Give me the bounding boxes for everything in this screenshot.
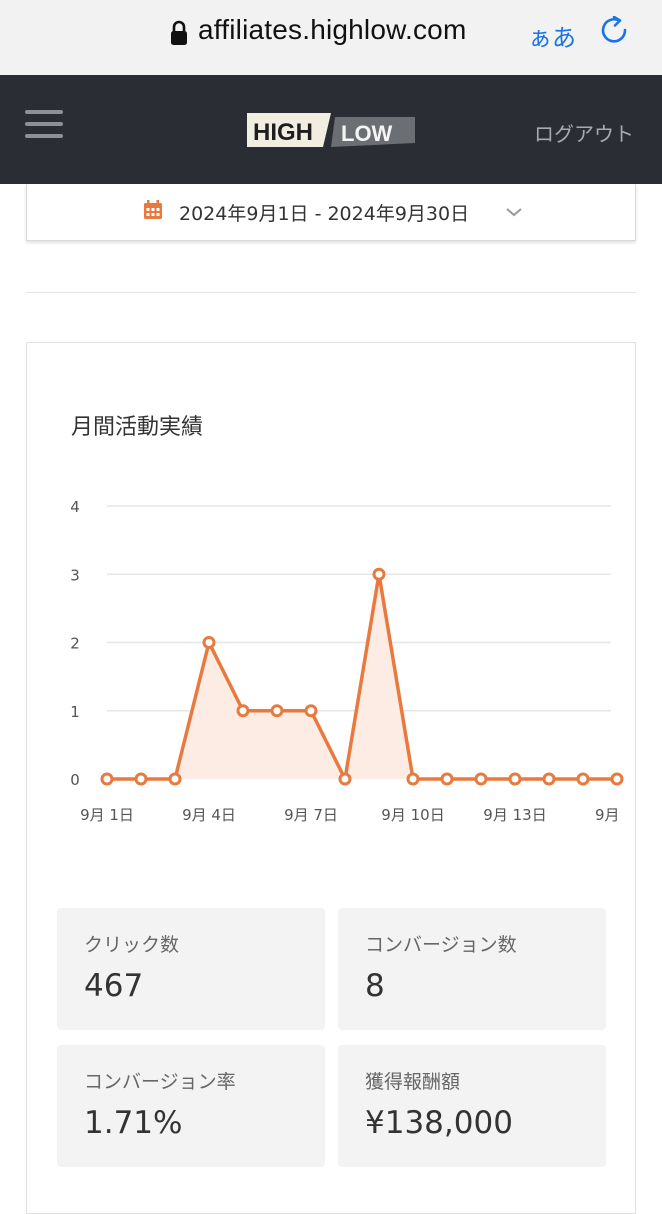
chart-data-point bbox=[236, 704, 250, 718]
chart-data-point bbox=[270, 704, 284, 718]
chart-data-point bbox=[542, 772, 556, 786]
y-tick-label: 3 bbox=[70, 566, 80, 584]
stat-label: コンバージョン率 bbox=[84, 1071, 236, 1093]
menu-icon[interactable] bbox=[25, 110, 63, 140]
chart-data-point bbox=[576, 772, 590, 786]
stat-conversions: コンバージョン数 8 bbox=[338, 908, 606, 1030]
chart-data-point bbox=[168, 772, 182, 786]
chevron-down-icon bbox=[506, 208, 522, 217]
date-range-picker[interactable]: 2024年9月1日 - 2024年9月30日 bbox=[26, 184, 636, 241]
section-divider bbox=[26, 292, 636, 293]
chart-data-point bbox=[134, 772, 148, 786]
y-tick-label: 1 bbox=[70, 703, 80, 721]
reload-icon[interactable] bbox=[600, 16, 632, 50]
stat-label: コンバージョン数 bbox=[365, 934, 517, 956]
highlow-logo[interactable]: HIGH LOW bbox=[247, 109, 415, 151]
stat-value: 8 bbox=[365, 968, 385, 1004]
chart-data-point bbox=[474, 772, 488, 786]
date-range-label: 2024年9月1日 - 2024年9月30日 bbox=[179, 203, 470, 225]
y-tick-label: 2 bbox=[70, 635, 80, 653]
app-header: HIGH LOW ログアウト bbox=[0, 75, 662, 184]
activity-chart: 0 1 2 3 4 9月 1日 9月 4日 9月 7日 9月 10日 9月 13日 9月 bbox=[70, 498, 624, 824]
lock-icon bbox=[171, 20, 187, 45]
chart-data-point bbox=[440, 772, 454, 786]
x-tick-label: 9月 4日 bbox=[182, 806, 236, 824]
stat-conversion-rate: コンバージョン率 1.71% bbox=[57, 1045, 325, 1167]
y-tick-label: 0 bbox=[70, 771, 80, 789]
stat-label: クリック数 bbox=[84, 934, 180, 956]
text-size-button[interactable]: ぁあ bbox=[528, 18, 576, 53]
calendar-icon bbox=[144, 200, 162, 219]
y-tick-label: 4 bbox=[70, 498, 80, 516]
chart-data-point bbox=[406, 772, 420, 786]
chart-data-point bbox=[338, 772, 352, 786]
url-text[interactable]: affiliates.highlow.com bbox=[198, 14, 466, 46]
logo-high-text: HIGH bbox=[253, 119, 313, 146]
chart-data-point bbox=[100, 772, 114, 786]
x-tick-label: 9月 13日 bbox=[483, 806, 546, 824]
x-tick-label: 9月 bbox=[595, 806, 620, 824]
chart-data-point bbox=[508, 772, 522, 786]
stat-label: 獲得報酬額 bbox=[365, 1071, 461, 1093]
logout-link[interactable]: ログアウト bbox=[534, 118, 634, 147]
chart-data-point bbox=[610, 772, 624, 786]
browser-url-bar[interactable]: affiliates.highlow.com ぁあ bbox=[0, 0, 662, 76]
card-title: 月間活動実績 bbox=[71, 415, 204, 440]
monthly-activity-card: 月間活動実績 0 1 2 3 4 9月 1日 9月 4日 9月 7日 9月 10日 9月 13日… bbox=[26, 342, 636, 1214]
stat-value: ¥138,000 bbox=[365, 1105, 513, 1141]
x-tick-label: 9月 1日 bbox=[80, 806, 134, 824]
stat-clicks: クリック数 467 bbox=[57, 908, 325, 1030]
stat-value: 1.71% bbox=[84, 1105, 183, 1141]
chart-data-point bbox=[202, 636, 216, 649]
chart-data-point bbox=[304, 704, 318, 718]
x-tick-label: 9月 10日 bbox=[381, 806, 444, 824]
x-tick-label: 9月 7日 bbox=[284, 806, 338, 824]
stat-earned-reward: 獲得報酬額 ¥138,000 bbox=[338, 1045, 606, 1167]
stat-value: 467 bbox=[84, 968, 144, 1004]
logo-low-text: LOW bbox=[341, 121, 393, 146]
chart-data-point bbox=[372, 567, 386, 581]
